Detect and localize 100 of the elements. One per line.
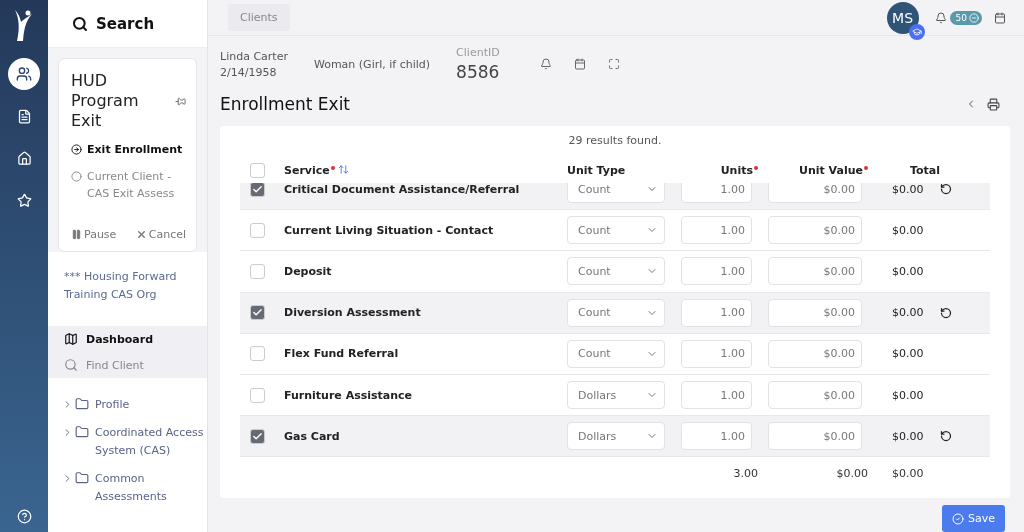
- service-name: Critical Document Assistance/Referral: [284, 183, 521, 196]
- unit-type-select[interactable]: Count: [567, 216, 665, 245]
- step-current-icon: [71, 144, 82, 155]
- total-cell-text: $0.00: [891, 223, 925, 237]
- bell-icon[interactable]: [934, 11, 947, 24]
- total-cell-text: $0.00: [891, 264, 925, 278]
- page-title: Enrollment Exit: [220, 94, 351, 114]
- folder-item[interactable]: Common Assessments: [95, 470, 207, 506]
- service-name: Deposit: [284, 264, 333, 278]
- nav-item[interactable]: Find Client: [48, 352, 207, 378]
- column-header[interactable]: Service: [284, 163, 330, 177]
- calendar-icon[interactable]: [994, 11, 1006, 24]
- row-checkbox[interactable]: [250, 183, 265, 197]
- unit-value-field[interactable]: $0.00: [768, 216, 862, 245]
- unit-value-field[interactable]: $0.00: [768, 298, 862, 327]
- results-count: 29 results found.: [567, 133, 663, 149]
- unit-type-select[interactable]: Count: [567, 339, 665, 368]
- total-cell-text: $0.00: [891, 429, 925, 443]
- units-field[interactable]: 1.00: [681, 381, 752, 410]
- home-icon: [16, 150, 32, 166]
- total-cell-text: $0.00: [891, 183, 925, 196]
- nav-item[interactable]: Dashboard: [48, 326, 207, 352]
- total-cell-text: $0.00: [891, 306, 925, 320]
- client-name: Linda Carter: [220, 49, 288, 63]
- minus-circle-icon: [969, 12, 979, 23]
- people-icon: [16, 66, 32, 82]
- check-icon: [252, 430, 263, 442]
- client-id: 8586: [456, 62, 500, 82]
- step-pending-icon: [71, 171, 82, 182]
- sort-icon[interactable]: [337, 163, 349, 175]
- rail-button[interactable]: [8, 58, 40, 90]
- unit-value-field[interactable]: $0.00: [768, 339, 862, 368]
- user-avatar[interactable]: MS: [886, 1, 919, 34]
- row-checkbox[interactable]: [250, 428, 265, 444]
- row-checkbox[interactable]: [250, 346, 265, 362]
- column-header[interactable]: Unit Type: [567, 163, 626, 177]
- column-header[interactable]: Unit Value: [798, 163, 863, 177]
- unit-value-field[interactable]: $0.00: [768, 381, 862, 410]
- grand-total: $0.00: [891, 466, 925, 480]
- row-checkbox[interactable]: [250, 222, 265, 238]
- pause-icon: [71, 229, 82, 240]
- row-checkbox[interactable]: [250, 387, 265, 403]
- row-checkbox[interactable]: [250, 263, 265, 279]
- units-total: 3.00: [732, 466, 759, 480]
- unit-type-select[interactable]: Dollars: [567, 422, 665, 451]
- units-field[interactable]: 1.00: [681, 257, 752, 286]
- folder-item[interactable]: Profile: [95, 396, 130, 414]
- help-icon[interactable]: [16, 509, 32, 524]
- units-field[interactable]: 1.00: [681, 216, 752, 245]
- units-field[interactable]: 1.00: [681, 183, 752, 204]
- unit-type-select[interactable]: Dollars: [567, 381, 665, 410]
- search-label[interactable]: Search: [96, 14, 155, 33]
- reset-icon[interactable]: [940, 183, 952, 196]
- units-field[interactable]: 1.00: [681, 339, 752, 368]
- total-cell-text: $0.00: [891, 388, 925, 402]
- total-cell-text: $0.00: [891, 347, 925, 361]
- row-checkbox[interactable]: [250, 305, 265, 321]
- unit-type-select[interactable]: Count: [567, 298, 665, 327]
- unit-value-field[interactable]: $0.00: [768, 183, 862, 204]
- unit-type-select[interactable]: Count: [567, 257, 665, 286]
- required-mark: [864, 165, 868, 170]
- fullscreen-icon[interactable]: [607, 58, 620, 70]
- file-icon: [16, 108, 32, 124]
- bell-icon[interactable]: [539, 58, 552, 70]
- cancel-button[interactable]: Cancel: [135, 228, 186, 241]
- reset-icon[interactable]: [940, 306, 952, 319]
- client-id-label: ClientID: [456, 46, 500, 59]
- star-icon: [16, 192, 32, 208]
- column-header[interactable]: Units: [720, 163, 753, 177]
- check-circle-icon: [952, 512, 964, 525]
- select-all-checkbox[interactable]: [250, 162, 265, 178]
- breadcrumb[interactable]: Clients: [228, 4, 290, 31]
- workflow-title: HUD Program Exit: [71, 71, 140, 131]
- save-button[interactable]: Save: [942, 505, 1005, 532]
- search-icon: [64, 358, 78, 372]
- unit-value-field[interactable]: $0.00: [768, 257, 862, 286]
- folder-item[interactable]: Coordinated Access System (CAS): [95, 424, 207, 460]
- pin-icon[interactable]: [175, 95, 186, 107]
- service-name: Furniture Assistance: [284, 388, 414, 402]
- calendar-icon[interactable]: [573, 58, 586, 70]
- reset-icon[interactable]: [940, 430, 952, 443]
- workflow-step[interactable]: Current Client - CAS Exit Assess: [87, 168, 186, 202]
- folder-icon: [75, 425, 89, 439]
- units-field[interactable]: 1.00: [681, 422, 752, 451]
- service-name: Flex Fund Referral: [284, 347, 400, 361]
- pause-button[interactable]: Pause: [71, 228, 117, 241]
- organization-link[interactable]: *** Housing Forward Training CAS Org: [48, 252, 207, 326]
- map-icon: [64, 332, 78, 346]
- notification-badge[interactable]: 50: [949, 10, 982, 25]
- workflow-step[interactable]: Exit Enrollment: [87, 141, 183, 158]
- print-icon[interactable]: [987, 97, 1000, 111]
- unit-value-field[interactable]: $0.00: [768, 422, 862, 451]
- folder-icon: [75, 397, 89, 411]
- units-field[interactable]: 1.00: [681, 298, 752, 327]
- client-gender: Woman (Girl, if child): [313, 57, 431, 71]
- unit-type-select[interactable]: Count: [567, 183, 665, 204]
- column-header[interactable]: Total: [909, 163, 940, 177]
- service-name: Diversion Assessment: [284, 306, 422, 320]
- search-icon[interactable]: [72, 15, 88, 32]
- required-mark: [754, 165, 758, 170]
